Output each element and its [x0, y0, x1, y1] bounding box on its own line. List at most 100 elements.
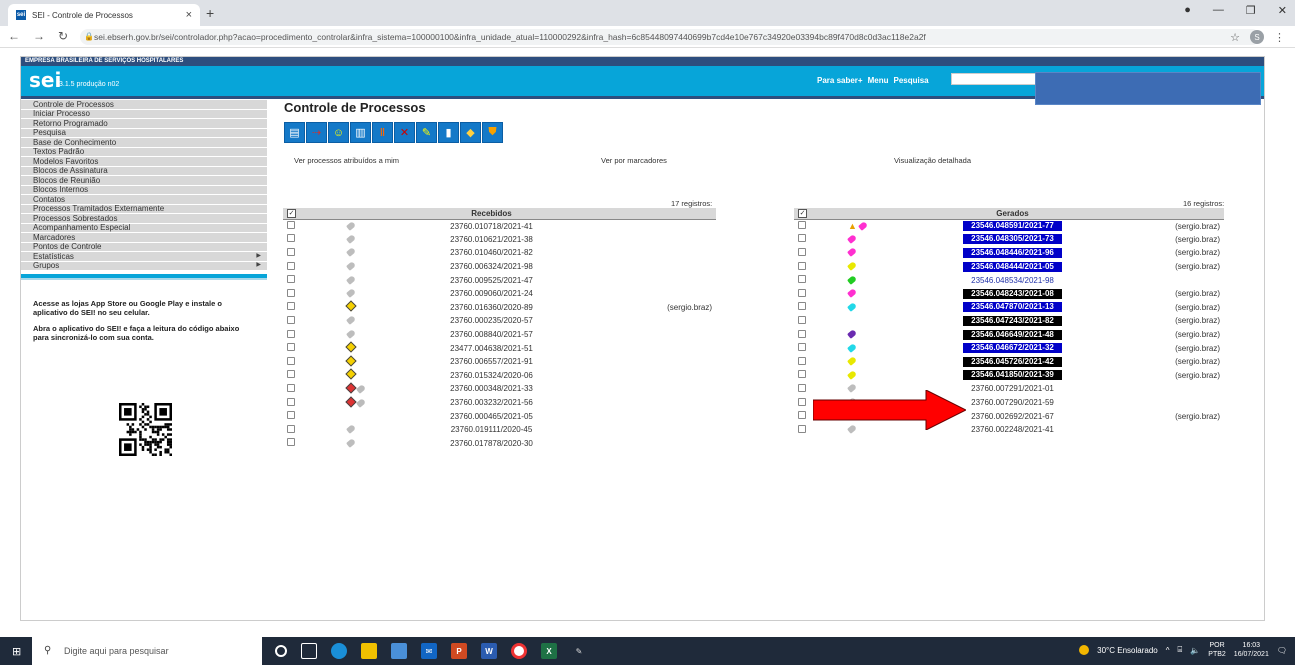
process-number-link[interactable]: 23546.048534/2021-98	[971, 276, 1054, 285]
row-checkbox[interactable]	[287, 329, 295, 338]
process-number-link[interactable]: 23760.009525/2021-47	[450, 276, 533, 285]
process-number-link[interactable]: 23760.008840/2021-57	[450, 330, 533, 339]
maximize-icon[interactable]: ❐	[1246, 4, 1256, 17]
process-number-link[interactable]: 23760.010460/2021-82	[450, 248, 533, 257]
remove-icon[interactable]: ✕	[394, 122, 415, 143]
row-checkbox[interactable]	[287, 356, 295, 365]
select-all-checkbox[interactable]: ✓	[287, 209, 296, 219]
process-number-link[interactable]: 23546.048591/2021-77	[963, 221, 1062, 232]
file-explorer-icon[interactable]	[361, 643, 377, 659]
process-number-link[interactable]: 23760.000465/2021-05	[450, 412, 533, 421]
language-indicator[interactable]: POR PTB2	[1208, 641, 1226, 659]
row-checkbox[interactable]	[798, 383, 806, 392]
chrome-icon[interactable]	[511, 643, 527, 659]
process-number-link[interactable]: 23546.047870/2021-13	[963, 302, 1062, 313]
process-number-link[interactable]: 23760.007291/2021-01	[971, 384, 1054, 393]
row-checkbox[interactable]	[287, 315, 295, 324]
row-checkbox[interactable]	[798, 356, 806, 365]
document-icon[interactable]: ▮	[438, 122, 459, 143]
assigned-user[interactable]: (sergio.braz)	[1175, 330, 1220, 339]
row-checkbox[interactable]	[798, 288, 806, 297]
assigned-user[interactable]: (sergio.braz)	[1175, 371, 1220, 380]
row-checkbox[interactable]	[798, 397, 806, 406]
row-checkbox[interactable]	[287, 383, 295, 392]
row-checkbox[interactable]	[287, 275, 295, 284]
assigned-user[interactable]: (sergio.braz)	[1175, 289, 1220, 298]
process-number-link[interactable]: 23760.010718/2021-41	[450, 222, 533, 231]
row-checkbox[interactable]	[287, 247, 295, 256]
process-number-link[interactable]: 23546.045726/2021-42	[963, 356, 1062, 367]
row-checkbox[interactable]	[798, 221, 806, 230]
process-number-link[interactable]: 23760.010621/2021-38	[450, 235, 533, 244]
paint-icon[interactable]: ✎	[571, 643, 587, 659]
process-number-link[interactable]: 23546.046649/2021-48	[963, 329, 1062, 340]
row-checkbox[interactable]	[287, 343, 295, 352]
assigned-user[interactable]: (sergio.braz)	[1175, 248, 1220, 257]
annotation-icon[interactable]: ✎	[416, 122, 437, 143]
process-number-link[interactable]: 23760.003232/2021-56	[450, 398, 533, 407]
search-input[interactable]	[951, 73, 1036, 85]
link-para-saber[interactable]: Para saber+	[817, 76, 863, 85]
store-icon[interactable]	[391, 643, 407, 659]
record-icon[interactable]: ●	[1184, 4, 1191, 17]
link-view-markers[interactable]: Ver por marcadores	[601, 156, 667, 165]
excel-icon[interactable]: X	[541, 643, 557, 659]
edge-icon[interactable]	[331, 643, 347, 659]
row-checkbox[interactable]	[287, 424, 295, 433]
process-number-link[interactable]: 23546.047243/2021-82	[963, 315, 1062, 326]
process-number-link[interactable]: 23546.048444/2021-05	[963, 261, 1062, 272]
assigned-user[interactable]: (sergio.braz)	[1175, 262, 1220, 271]
row-checkbox[interactable]	[287, 234, 295, 243]
assigned-user[interactable]: (sergio.braz)	[667, 303, 712, 312]
close-window-icon[interactable]: ✕	[1278, 4, 1287, 17]
row-checkbox[interactable]	[287, 438, 295, 447]
assigned-user[interactable]: (sergio.braz)	[1175, 412, 1220, 421]
tray-chevron-icon[interactable]: ^	[1166, 646, 1170, 655]
sei-logo[interactable]: sei	[29, 68, 61, 92]
assigned-user[interactable]: (sergio.braz)	[1175, 344, 1220, 353]
assigned-user[interactable]: (sergio.braz)	[1175, 303, 1220, 312]
row-checkbox[interactable]	[798, 343, 806, 352]
row-checkbox[interactable]	[798, 247, 806, 256]
new-process-icon[interactable]: ▤	[284, 122, 305, 143]
process-number-link[interactable]: 23760.019111/2020-45	[451, 425, 533, 434]
star-icon[interactable]: ☆	[1230, 31, 1240, 44]
link-pesquisa[interactable]: Pesquisa	[893, 76, 928, 85]
network-icon[interactable]: ⌸	[1178, 645, 1183, 655]
cortana-icon[interactable]	[275, 645, 287, 657]
new-tab-icon[interactable]: +	[206, 5, 214, 21]
process-number-link[interactable]: 23760.017878/2020-30	[450, 439, 533, 448]
row-checkbox[interactable]	[798, 411, 806, 420]
row-checkbox[interactable]	[798, 424, 806, 433]
row-checkbox[interactable]	[287, 370, 295, 379]
conclude-icon[interactable]: Ⅱ	[372, 122, 393, 143]
clock[interactable]: 16:03 16/07/2021	[1234, 641, 1269, 659]
link-menu[interactable]: Menu	[868, 76, 889, 85]
process-number-link[interactable]: 23546.048305/2021-73	[963, 234, 1062, 245]
forward-icon[interactable]: →	[33, 29, 45, 43]
taskbar-search[interactable]: ⚲ Digite aqui para pesquisar	[32, 637, 262, 665]
notifications-icon[interactable]: 🗨	[1277, 646, 1287, 655]
menu-dots-icon[interactable]: ⋮	[1274, 31, 1285, 44]
process-number-link[interactable]: 23760.015324/2020-06	[450, 371, 533, 380]
process-number-link[interactable]: 23760.009060/2021-24	[450, 289, 533, 298]
profile-avatar[interactable]: S	[1250, 30, 1264, 44]
weather-text[interactable]: 30°C Ensolarado	[1097, 646, 1158, 655]
sidebar-item[interactable]: Grupos ▶	[21, 261, 267, 271]
process-number-link[interactable]: 23760.002692/2021-67	[971, 412, 1054, 421]
link-view-detailed[interactable]: Visualização detalhada	[894, 156, 971, 165]
mail-icon[interactable]: ✉	[421, 643, 437, 659]
reload-icon[interactable]: ↻	[58, 29, 68, 43]
assigned-user[interactable]: (sergio.braz)	[1175, 235, 1220, 244]
marker-icon[interactable]: ◆	[460, 122, 481, 143]
assigned-user[interactable]: (sergio.braz)	[1175, 357, 1220, 366]
row-checkbox[interactable]	[287, 302, 295, 311]
word-icon[interactable]: W	[481, 643, 497, 659]
select-all-checkbox[interactable]: ✓	[798, 209, 807, 219]
url-field[interactable]: 🔒 sei.ebserh.gov.br/sei/controlador.php?…	[80, 29, 1260, 45]
process-number-link[interactable]: 23760.000348/2021-33	[450, 384, 533, 393]
process-number-link[interactable]: 23760.007290/2021-59	[971, 398, 1054, 407]
process-number-link[interactable]: 23477.004638/2021-51	[450, 344, 533, 353]
process-number-link[interactable]: 23546.046672/2021-32	[963, 343, 1062, 354]
assign-icon[interactable]: ☺	[328, 122, 349, 143]
